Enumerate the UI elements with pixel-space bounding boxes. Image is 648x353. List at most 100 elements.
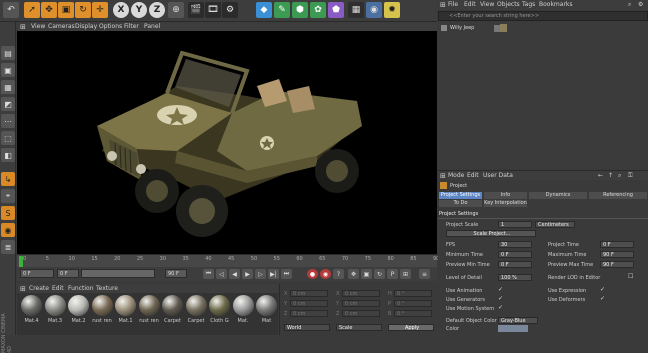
object-name[interactable]: Willy Jeep: [450, 25, 474, 31]
tab-to-do[interactable]: To Do: [439, 200, 482, 207]
world-dropdown[interactable]: World: [284, 324, 330, 331]
use-deformers-checkbox[interactable]: ✓: [600, 295, 605, 302]
max-time-field[interactable]: 90 F: [600, 251, 634, 258]
search-attr-icon[interactable]: ⌕: [618, 172, 621, 180]
coord-value-field[interactable]: 0 cm: [290, 310, 328, 317]
material-swatch[interactable]: [162, 295, 183, 316]
material-swatch[interactable]: [21, 295, 42, 316]
material-swatch[interactable]: [138, 295, 160, 316]
lock-icon[interactable]: ⚿: [628, 172, 633, 180]
array-icon[interactable]: ✿: [310, 2, 326, 18]
use-expression-checkbox[interactable]: ✓: [600, 286, 605, 293]
autokey-icon[interactable]: ◉: [320, 269, 331, 279]
timeline-menu-icon[interactable]: ≡: [419, 269, 430, 279]
scale-project-button[interactable]: Scale Project...: [446, 230, 536, 237]
rotate-icon[interactable]: ↻: [75, 2, 91, 18]
material-label[interactable]: Mat.2: [67, 318, 91, 324]
3d-viewport[interactable]: [17, 31, 437, 254]
viewport-menu-display[interactable]: Display: [75, 23, 97, 30]
z-axis-lock-button[interactable]: Z: [149, 2, 165, 18]
preview-min-field[interactable]: 0 F: [498, 261, 532, 268]
record-active-icon[interactable]: ●: [307, 269, 318, 279]
snapping-icon[interactable]: S: [1, 206, 15, 220]
undo-icon[interactable]: ↶: [3, 2, 19, 18]
camera-icon[interactable]: ◉: [366, 2, 382, 18]
material-label[interactable]: Carpet: [184, 318, 208, 324]
cube-icon[interactable]: ◆: [256, 2, 272, 18]
panel-options-icon[interactable]: ⚙: [638, 1, 643, 8]
use-generators-checkbox[interactable]: ✓: [498, 295, 503, 302]
attribute-menu-user-data[interactable]: User Data: [483, 172, 513, 179]
make-editable-icon[interactable]: ▤: [1, 46, 15, 60]
goto-end-icon[interactable]: ⏭: [281, 269, 292, 279]
material-swatch[interactable]: [185, 295, 207, 316]
coord-value-field[interactable]: 0 °: [394, 310, 432, 317]
subdivision-icon[interactable]: ⬢: [292, 2, 308, 18]
edges-mode-icon[interactable]: ⬚: [1, 131, 15, 145]
tab-dynamics[interactable]: Dynamics: [529, 192, 587, 199]
project-scale-unit-dropdown[interactable]: Centimeters: [535, 221, 575, 228]
material-swatch[interactable]: [256, 295, 277, 316]
axis-mode-icon[interactable]: ↳: [1, 172, 15, 186]
coord-value-field[interactable]: 0 °: [394, 300, 432, 307]
material-label[interactable]: Mat.3: [43, 318, 67, 324]
move-icon[interactable]: ✥: [41, 2, 57, 18]
apply-button[interactable]: Apply: [388, 324, 434, 331]
use-animation-checkbox[interactable]: ✓: [498, 286, 503, 293]
object-menu-tags[interactable]: Tags: [522, 1, 535, 8]
use-motion-checkbox[interactable]: ✓: [498, 304, 503, 311]
up-arrow-icon[interactable]: ↑: [608, 172, 613, 179]
material-menu-edit[interactable]: Edit: [52, 285, 64, 292]
back-arrow-icon[interactable]: ←: [598, 172, 603, 179]
light-icon[interactable]: ✹: [384, 2, 400, 18]
step-back-icon[interactable]: ◀: [229, 269, 240, 279]
lod-field[interactable]: 100 %: [498, 274, 532, 281]
material-label[interactable]: Carpet: [161, 318, 185, 324]
pen-spline-icon[interactable]: ✎: [274, 2, 290, 18]
material-label[interactable]: Mat.4: [20, 318, 44, 324]
pla-key-icon[interactable]: ⊞: [400, 269, 411, 279]
viewport-menu-cameras[interactable]: Cameras: [48, 23, 75, 30]
render-settings-icon[interactable]: ⚙: [222, 2, 238, 18]
material-swatch[interactable]: [68, 295, 89, 316]
scale-key-icon[interactable]: ▣: [361, 269, 372, 279]
material-tag-icon[interactable]: [500, 24, 507, 32]
viewport-menu-view[interactable]: View: [31, 23, 45, 30]
coord-value-field[interactable]: 0 cm: [342, 310, 380, 317]
environment-icon[interactable]: ▦: [348, 2, 364, 18]
object-list[interactable]: Willy Jeep: [438, 22, 648, 168]
points-mode-icon[interactable]: ⋯: [1, 114, 15, 128]
material-label[interactable]: Mat: [255, 318, 279, 324]
project-scale-field[interactable]: 1: [498, 221, 532, 228]
next-key-icon[interactable]: ▶|: [268, 269, 279, 279]
tab-project-settings[interactable]: Project Settings: [439, 192, 482, 199]
preview-max-field[interactable]: 90 F: [600, 261, 634, 268]
start-frame-field[interactable]: 0 F: [20, 269, 54, 278]
min-time-field[interactable]: 0 F: [498, 251, 532, 258]
coord-value-field[interactable]: 0 °: [394, 290, 432, 297]
render-picture-viewer-icon[interactable]: 🎞: [205, 2, 221, 18]
play-icon[interactable]: ▶: [242, 269, 253, 279]
material-swatch[interactable]: [44, 295, 66, 316]
layers-icon[interactable]: ≣: [1, 240, 15, 254]
prev-key-icon[interactable]: ◁: [216, 269, 227, 279]
coord-value-field[interactable]: 0 cm: [290, 290, 328, 297]
object-menu-bookmarks[interactable]: Bookmarks: [539, 1, 573, 8]
project-time-field[interactable]: 0 F: [600, 241, 634, 248]
step-forward-icon[interactable]: ▷: [255, 269, 266, 279]
color-swatch[interactable]: [498, 325, 528, 332]
scale-dropdown[interactable]: Scale: [336, 324, 382, 331]
render-view-icon[interactable]: 🎬: [188, 2, 204, 18]
attribute-menu-edit[interactable]: Edit: [467, 172, 479, 179]
preview-range-slider[interactable]: [81, 269, 155, 278]
object-menu-edit[interactable]: Edit: [464, 1, 476, 8]
object-menu-file[interactable]: File: [448, 1, 458, 8]
keyframe-selection-icon[interactable]: ?: [333, 269, 344, 279]
material-menu-function[interactable]: Function: [68, 285, 94, 292]
coord-value-field[interactable]: 0 cm: [342, 300, 380, 307]
tab-info[interactable]: Info: [484, 192, 527, 199]
workplane-icon[interactable]: ◩: [1, 97, 15, 111]
current-frame-field[interactable]: 0 F: [57, 269, 79, 278]
end-frame-field[interactable]: 90 F: [165, 269, 187, 278]
coord-value-field[interactable]: 0 cm: [290, 300, 328, 307]
